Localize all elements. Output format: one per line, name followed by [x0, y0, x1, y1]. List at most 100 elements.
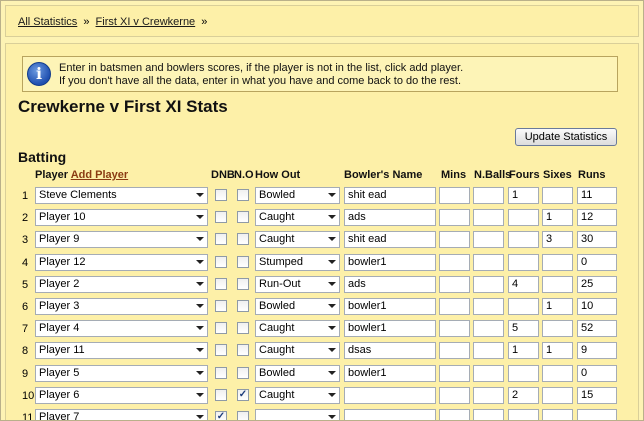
balls-input[interactable]	[473, 187, 504, 204]
mins-input[interactable]	[439, 253, 470, 271]
sixes-input[interactable]: 3	[542, 231, 573, 249]
balls-input[interactable]	[473, 386, 504, 404]
player-select[interactable]: Player 12	[35, 253, 208, 271]
player-select[interactable]: Player 3	[35, 298, 208, 315]
fours-input[interactable]	[508, 409, 539, 420]
how-out-select[interactable]	[255, 409, 340, 420]
player-select[interactable]: Player 7	[35, 409, 208, 420]
fours-input[interactable]: 2	[508, 386, 539, 404]
fours-input[interactable]: 1	[508, 342, 539, 360]
how-out-select[interactable]: Caught	[255, 386, 340, 404]
runs-input[interactable]: 30	[577, 231, 617, 249]
bowler-name-input[interactable]: bowler1	[344, 364, 436, 382]
player-select[interactable]: Player 2	[35, 275, 208, 293]
runs-input[interactable]: 10	[577, 298, 617, 315]
balls-input[interactable]	[473, 409, 504, 420]
dnb-checkbox[interactable]: ✓	[215, 411, 227, 420]
sixes-input[interactable]	[542, 364, 573, 382]
breadcrumb-match[interactable]: First XI v Crewkerne	[96, 16, 196, 28]
not-out-checkbox[interactable]	[237, 322, 249, 335]
dnb-checkbox[interactable]	[215, 366, 227, 379]
player-select[interactable]: Player 4	[35, 320, 208, 338]
balls-input[interactable]	[473, 342, 504, 360]
how-out-select[interactable]: Run-Out	[255, 275, 340, 293]
player-select[interactable]: Player 5	[35, 364, 208, 382]
fours-input[interactable]	[508, 364, 539, 382]
dnb-checkbox[interactable]	[215, 300, 227, 312]
runs-input[interactable]: 15	[577, 386, 617, 404]
player-select[interactable]: Player 10	[35, 209, 208, 227]
mins-input[interactable]	[439, 409, 470, 420]
update-statistics-button[interactable]: Update Statistics	[515, 128, 617, 146]
player-select[interactable]: Player 9	[35, 231, 208, 249]
mins-input[interactable]	[439, 298, 470, 315]
not-out-checkbox[interactable]	[237, 366, 249, 379]
sixes-input[interactable]: 1	[542, 209, 573, 227]
bowler-name-input[interactable]	[344, 386, 436, 404]
add-player-link[interactable]: Add Player	[71, 169, 128, 181]
not-out-checkbox[interactable]	[237, 344, 249, 357]
bowler-name-input[interactable]: bowler1	[344, 253, 436, 271]
sixes-input[interactable]: 1	[542, 298, 573, 315]
balls-input[interactable]	[473, 298, 504, 315]
runs-input[interactable]: 12	[577, 209, 617, 227]
player-select[interactable]: Player 11	[35, 342, 208, 360]
not-out-checkbox[interactable]	[237, 211, 249, 224]
not-out-checkbox[interactable]	[237, 189, 249, 201]
not-out-checkbox[interactable]	[237, 277, 249, 290]
fours-input[interactable]	[508, 209, 539, 227]
not-out-checkbox[interactable]	[237, 233, 249, 246]
how-out-select[interactable]: Caught	[255, 209, 340, 227]
how-out-select[interactable]: Bowled	[255, 187, 340, 204]
dnb-checkbox[interactable]	[215, 388, 227, 401]
not-out-checkbox[interactable]: ✓	[237, 388, 249, 401]
bowler-name-input[interactable]: dsas	[344, 342, 436, 360]
runs-input[interactable]: 11	[577, 187, 617, 204]
dnb-checkbox[interactable]	[215, 189, 227, 201]
bowler-name-input[interactable]: ads	[344, 209, 436, 227]
dnb-checkbox[interactable]	[215, 233, 227, 246]
sixes-input[interactable]	[542, 275, 573, 293]
dnb-checkbox[interactable]	[215, 277, 227, 290]
runs-input[interactable]: 52	[577, 320, 617, 338]
fours-input[interactable]	[508, 231, 539, 249]
dnb-checkbox[interactable]	[215, 255, 227, 268]
fours-input[interactable]: 4	[508, 275, 539, 293]
mins-input[interactable]	[439, 386, 470, 404]
mins-input[interactable]	[439, 209, 470, 227]
sixes-input[interactable]: 1	[542, 342, 573, 360]
bowler-name-input[interactable]: ads	[344, 275, 436, 293]
bowler-name-input[interactable]: bowler1	[344, 320, 436, 338]
how-out-select[interactable]: Bowled	[255, 298, 340, 315]
runs-input[interactable]: 0	[577, 364, 617, 382]
balls-input[interactable]	[473, 231, 504, 249]
sixes-input[interactable]	[542, 187, 573, 204]
how-out-select[interactable]: Caught	[255, 342, 340, 360]
balls-input[interactable]	[473, 275, 504, 293]
bowler-name-input[interactable]: shit ead	[344, 231, 436, 249]
sixes-input[interactable]	[542, 386, 573, 404]
runs-input[interactable]: 25	[577, 275, 617, 293]
player-select[interactable]: Steve Clements	[35, 187, 208, 204]
not-out-checkbox[interactable]	[237, 300, 249, 312]
how-out-select[interactable]: Stumped	[255, 253, 340, 271]
mins-input[interactable]	[439, 342, 470, 360]
mins-input[interactable]	[439, 187, 470, 204]
sixes-input[interactable]	[542, 253, 573, 271]
dnb-checkbox[interactable]	[215, 211, 227, 224]
balls-input[interactable]	[473, 364, 504, 382]
dnb-checkbox[interactable]	[215, 344, 227, 357]
how-out-select[interactable]: Caught	[255, 231, 340, 249]
breadcrumb-all-statistics[interactable]: All Statistics	[18, 16, 77, 28]
player-select[interactable]: Player 6	[35, 386, 208, 404]
how-out-select[interactable]: Caught	[255, 320, 340, 338]
how-out-select[interactable]: Bowled	[255, 364, 340, 382]
mins-input[interactable]	[439, 364, 470, 382]
bowler-name-input[interactable]	[344, 409, 436, 420]
balls-input[interactable]	[473, 209, 504, 227]
bowler-name-input[interactable]: shit ead	[344, 187, 436, 204]
balls-input[interactable]	[473, 253, 504, 271]
mins-input[interactable]	[439, 320, 470, 338]
balls-input[interactable]	[473, 320, 504, 338]
runs-input[interactable]: 0	[577, 253, 617, 271]
